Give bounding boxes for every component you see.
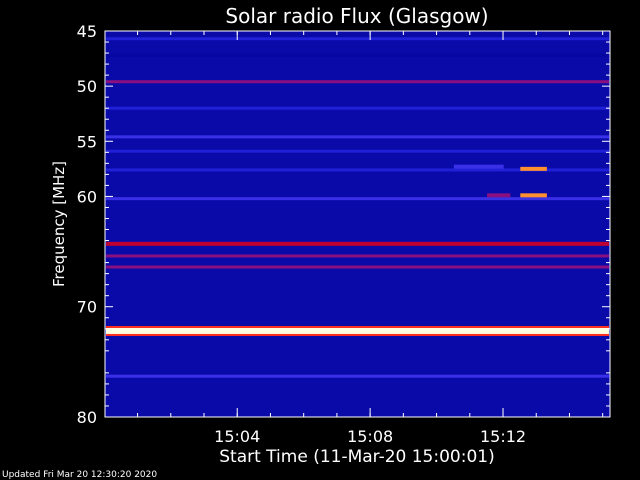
y-axis-label: Frequency [MHz] [50,161,68,287]
x-tick-label-2: 15:12 [480,427,526,446]
y-tick-label-1: 50 [77,77,97,96]
y-tick-label-5: 80 [77,408,97,427]
band-0 [106,37,609,41]
band-5 [106,149,609,153]
burst-3 [520,193,547,198]
band-4 [106,135,609,139]
band-8 [106,241,609,246]
y-tick-label-0: 45 [77,22,97,41]
band-11-edge-bottom [106,333,609,336]
chart-title: Solar radio Flux (Glasgow) [225,4,488,28]
band-7 [106,197,609,201]
x-tick-label-1: 15:08 [347,427,393,446]
band-2 [106,80,609,84]
band-11-edge-top [106,325,609,328]
spectrogram-chart: Solar radio Flux (Glasgow) 455055607080 … [2,4,611,480]
band-9 [106,254,609,258]
y-tick-label-2: 55 [77,132,97,151]
burst-0 [453,164,504,169]
band-3 [106,106,609,110]
x-axis-label: Start Time (11-Mar-20 15:00:01) [219,447,494,467]
burst-2 [487,193,511,198]
band-12 [106,374,609,378]
band-1 [106,53,609,57]
band-11 [106,327,609,334]
y-tick-label-4: 70 [77,298,97,317]
x-tick-label-0: 15:04 [214,427,260,446]
y-tick-label-3: 60 [77,187,97,206]
plot-area [105,31,610,417]
updated-timestamp: Updated Fri Mar 20 12:30:20 2020 [2,470,157,480]
burst-1 [520,166,547,171]
band-10 [106,265,609,269]
